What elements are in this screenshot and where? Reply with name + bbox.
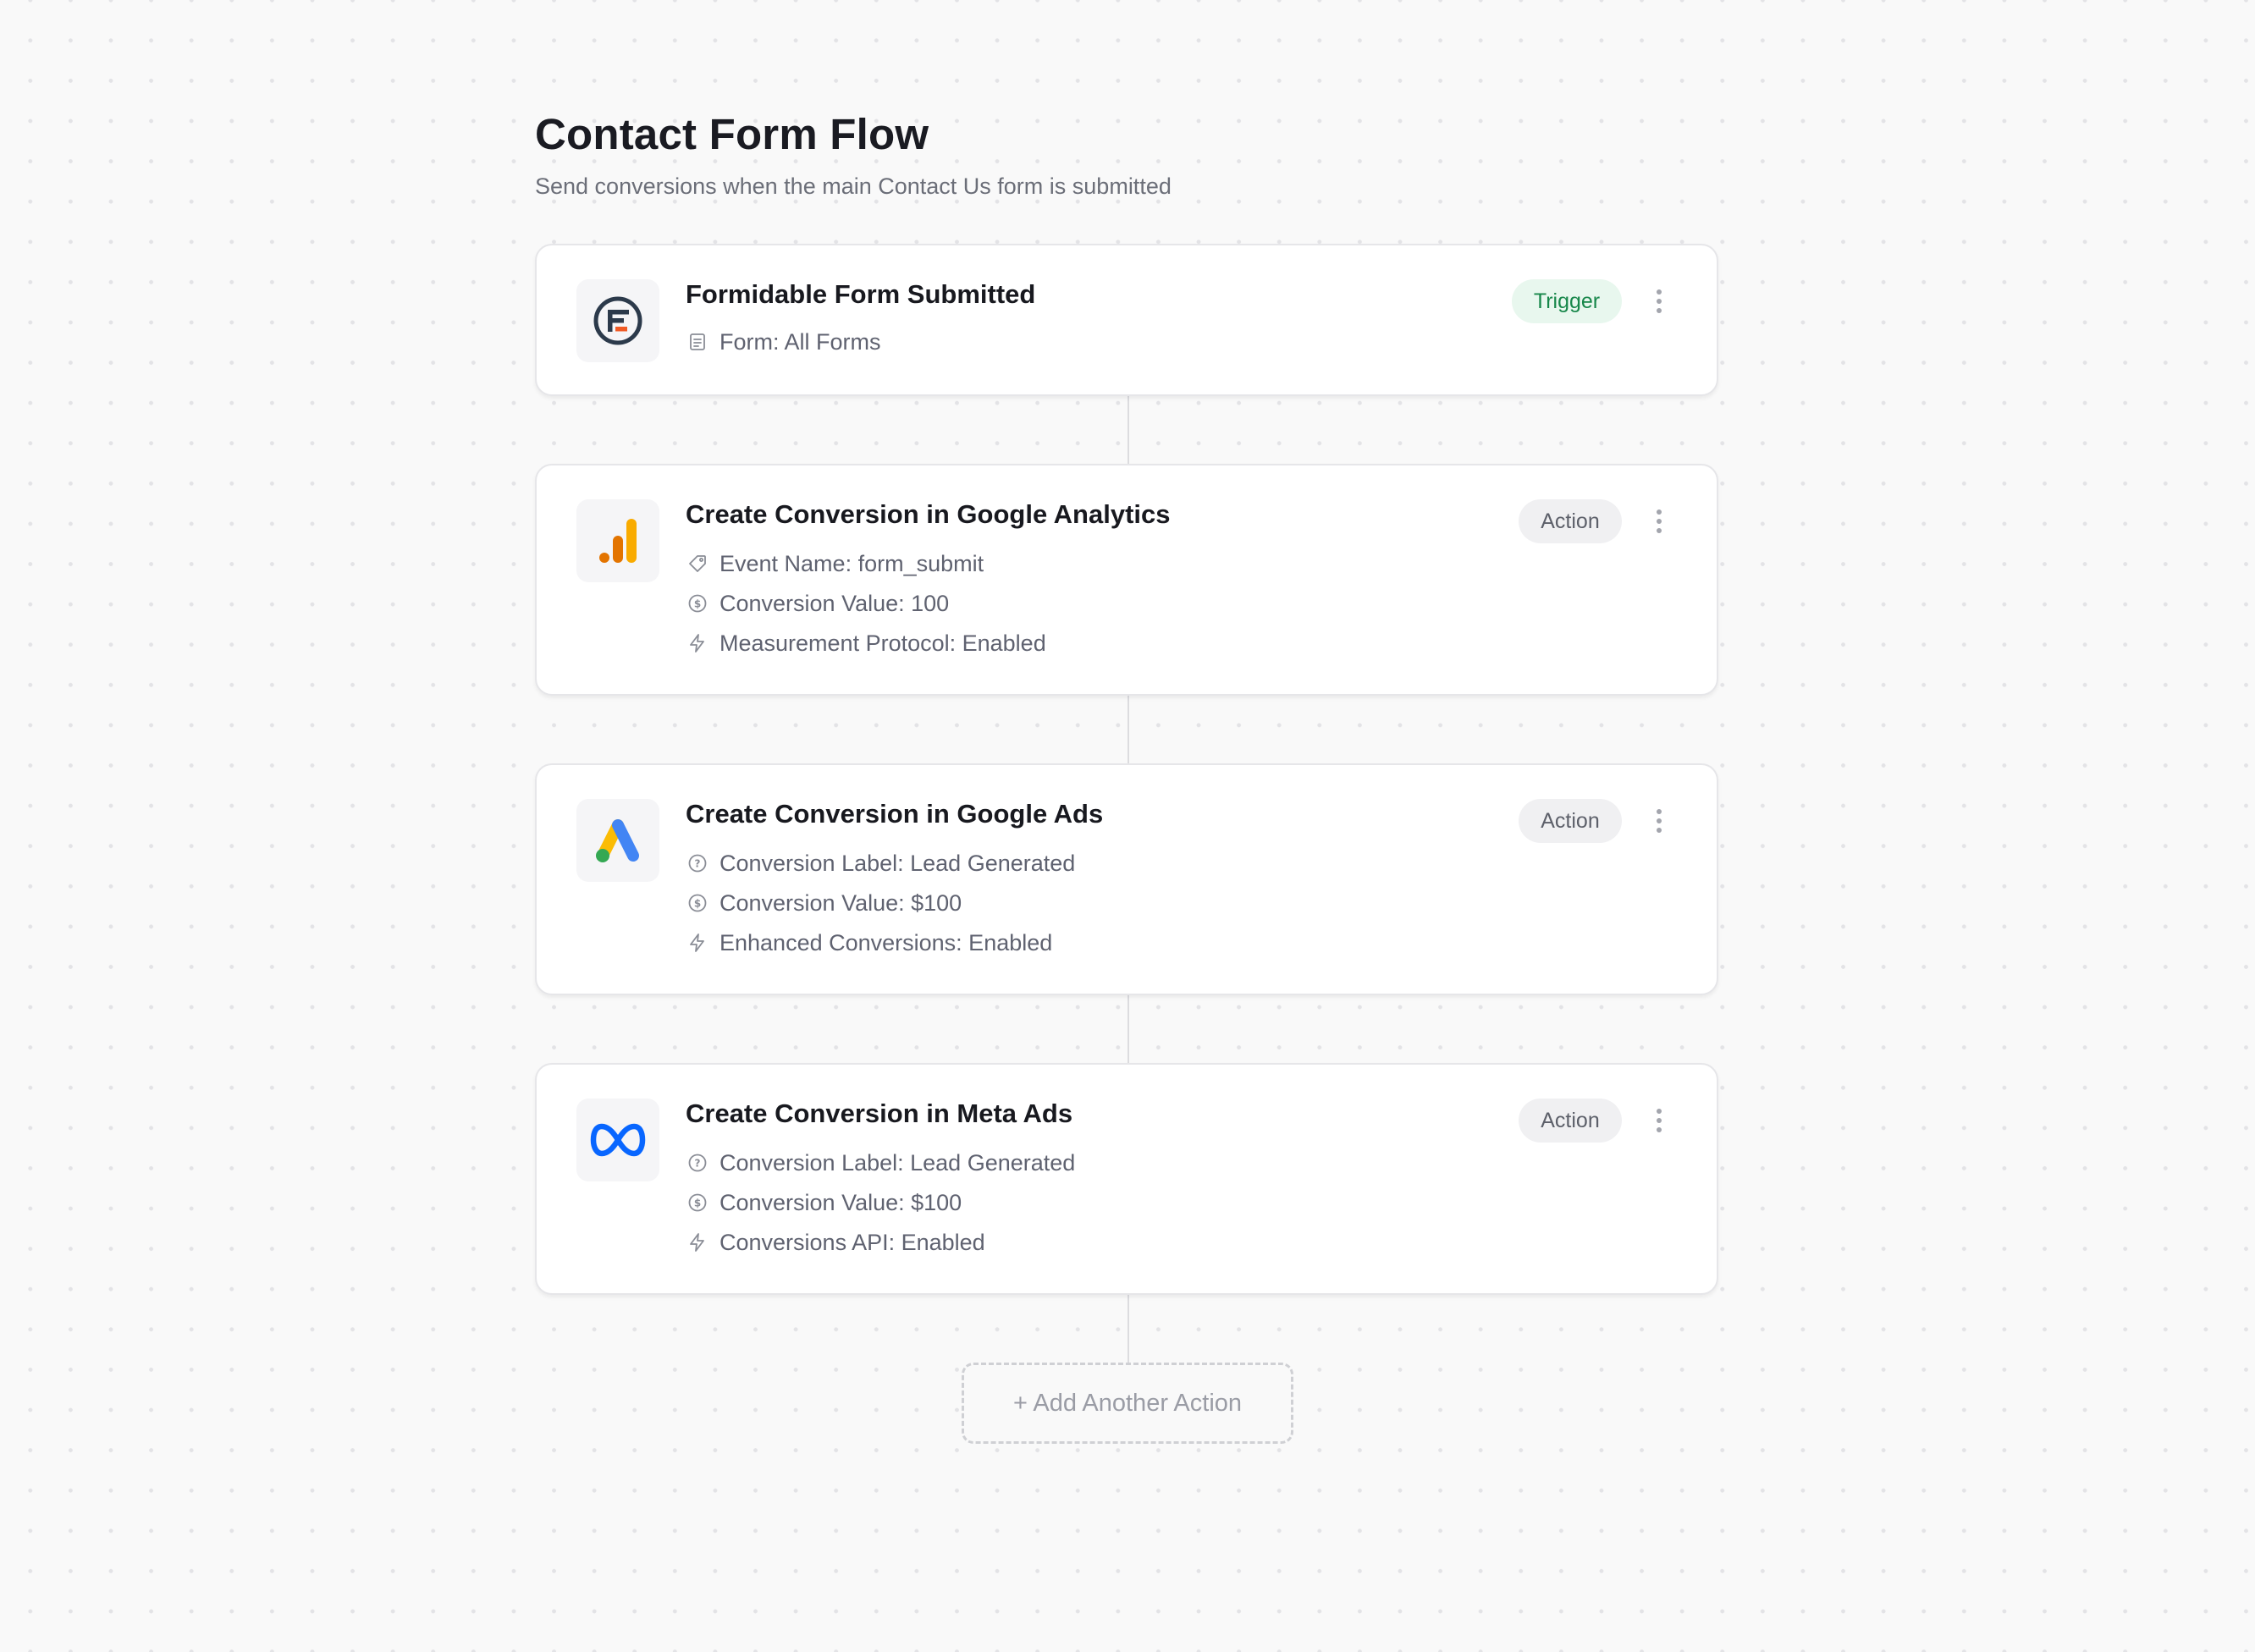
lightning-icon: [686, 1231, 709, 1254]
detail-text: Conversion Label: Lead Generated: [720, 1149, 1076, 1176]
step-detail: Event Name: form_submit: [686, 547, 984, 581]
flow-connector: [1128, 394, 1129, 465]
detail-text: Conversion Label: Lead Generated: [720, 850, 1076, 876]
more-options-icon[interactable]: [1647, 506, 1671, 537]
detail-text: Event Name: form_submit: [720, 550, 984, 576]
dollar-circle-icon: $: [686, 592, 709, 615]
detail-text: Conversion Value: $100: [720, 1189, 962, 1215]
step-detail: ? Conversion Label: Lead Generated: [686, 1146, 1075, 1180]
svg-text:?: ?: [695, 1158, 701, 1170]
step-title: Create Conversion in Google Analytics: [686, 499, 1171, 529]
more-options-icon[interactable]: [1647, 806, 1671, 836]
step-detail: $ Conversion Value: 100: [686, 586, 949, 620]
step-detail: ? Conversion Label: Lead Generated: [686, 846, 1075, 880]
action-badge: Action: [1519, 499, 1622, 543]
flow-connector: [1128, 1293, 1129, 1364]
more-options-icon[interactable]: [1647, 1105, 1671, 1136]
google-ads-logo-icon: [576, 799, 659, 882]
step-detail: $ Conversion Value: $100: [686, 1186, 962, 1220]
trigger-step-card[interactable]: Formidable Form Submitted Form: All Form…: [535, 244, 1718, 396]
detail-text: Enhanced Conversions: Enabled: [720, 929, 1053, 955]
action-badge: Action: [1519, 799, 1622, 843]
flow-connector: [1128, 994, 1129, 1065]
page-subtitle: Send conversions when the main Contact U…: [535, 173, 1172, 199]
svg-text:?: ?: [695, 858, 701, 870]
step-title: Create Conversion in Meta Ads: [686, 1099, 1073, 1128]
step-detail: Measurement Protocol: Enabled: [686, 626, 1046, 660]
page-title: Contact Form Flow: [535, 110, 929, 158]
more-options-icon[interactable]: [1647, 286, 1671, 317]
detail-text: Conversions API: Enabled: [720, 1229, 985, 1255]
action-step-card[interactable]: Create Conversion in Google Ads ? Conver…: [535, 763, 1718, 995]
detail-text: Conversion Value: $100: [720, 889, 962, 916]
svg-text:$: $: [694, 1198, 701, 1209]
google-analytics-logo-icon: [576, 499, 659, 582]
step-title: Create Conversion in Google Ads: [686, 799, 1104, 829]
action-step-card[interactable]: Create Conversion in Google Analytics Ev…: [535, 464, 1718, 696]
step-detail: Enhanced Conversions: Enabled: [686, 926, 1052, 960]
flow-connector: [1128, 694, 1129, 765]
lightning-icon: [686, 931, 709, 955]
document-icon: [686, 330, 709, 354]
dollar-circle-icon: $: [686, 1191, 709, 1214]
step-detail: Form: All Forms: [686, 325, 881, 359]
svg-text:$: $: [694, 598, 701, 610]
step-title: Formidable Form Submitted: [686, 279, 1036, 309]
detail-text: Form: All Forms: [720, 328, 881, 355]
formidable-logo-icon: [576, 279, 659, 362]
add-another-action-button[interactable]: + Add Another Action: [962, 1363, 1293, 1444]
action-step-card[interactable]: Create Conversion in Meta Ads ? Conversi…: [535, 1063, 1718, 1295]
question-circle-icon: ?: [686, 851, 709, 875]
step-detail: $ Conversion Value: $100: [686, 886, 962, 920]
step-detail: Conversions API: Enabled: [686, 1225, 985, 1259]
question-circle-icon: ?: [686, 1151, 709, 1175]
detail-text: Conversion Value: 100: [720, 590, 950, 616]
lightning-icon: [686, 631, 709, 655]
detail-text: Measurement Protocol: Enabled: [720, 630, 1046, 656]
trigger-badge: Trigger: [1512, 279, 1622, 323]
svg-text:$: $: [694, 898, 701, 910]
tag-icon: [686, 552, 709, 575]
meta-logo-icon: [576, 1099, 659, 1181]
dollar-circle-icon: $: [686, 891, 709, 915]
action-badge: Action: [1519, 1099, 1622, 1143]
